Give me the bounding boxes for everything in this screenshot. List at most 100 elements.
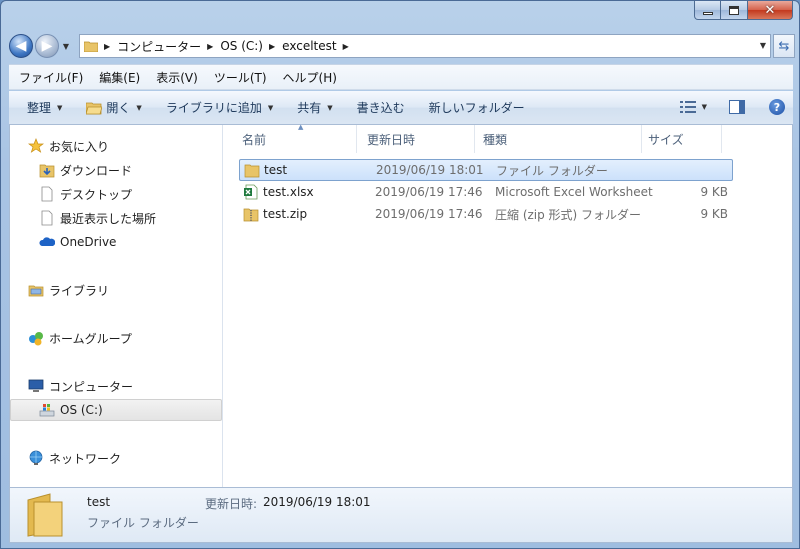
- zip-folder-icon: [243, 208, 259, 222]
- file-name: test.zip: [263, 207, 308, 221]
- chevron-down-icon: ▼: [57, 103, 63, 112]
- address-dropdown-icon[interactable]: ▼: [760, 41, 766, 50]
- nav-item-favorites[interactable]: お気に入り: [10, 135, 222, 157]
- file-list: ▲ 名前 更新日時 種類 サイズ test 2019/06/19 18:01 ファ…: [224, 123, 792, 487]
- details-name: test: [87, 495, 111, 509]
- breadcrumb-arrow-icon[interactable]: ▶: [104, 42, 110, 51]
- file-row-test-xlsx[interactable]: test.xlsx 2019/06/19 17:46 Microsoft Exc…: [239, 181, 733, 203]
- column-header-size[interactable]: サイズ: [642, 125, 722, 153]
- refresh-icon: ⇆: [778, 38, 790, 54]
- breadcrumb-drive[interactable]: OS (C:): [220, 39, 263, 53]
- file-type: ファイル フォルダー: [496, 163, 608, 178]
- nav-item-onedrive[interactable]: OneDrive: [10, 231, 222, 253]
- chevron-down-icon: ▼: [327, 103, 333, 112]
- breadcrumb-computer[interactable]: コンピューター: [117, 38, 201, 55]
- nav-item-recent-places[interactable]: 最近表示した場所: [10, 207, 222, 229]
- minimize-button[interactable]: [694, 1, 721, 20]
- nav-item-network[interactable]: ネットワーク: [10, 447, 222, 469]
- homegroup-icon: [29, 332, 43, 346]
- nav-item-drive-c[interactable]: OS (C:): [10, 399, 222, 421]
- command-bar: 整理 ▼ 開く ▼ ライブラリに追加 ▼ 共有 ▼ 書き込む 新しいフォルダー ▼ ?: [9, 91, 793, 125]
- burn-button[interactable]: 書き込む: [357, 99, 405, 116]
- file-size: 9 KB: [700, 207, 728, 221]
- burn-label: 書き込む: [356, 101, 405, 115]
- nav-label: お気に入り: [49, 139, 110, 154]
- nav-label: OS (C:): [60, 403, 103, 417]
- address-bar[interactable]: ▶ コンピューター ▶ OS (C:) ▶ exceltest ▶ ▼: [79, 34, 771, 58]
- maximize-icon: [729, 5, 739, 15]
- nav-item-homegroup[interactable]: ホームグループ: [10, 327, 222, 349]
- folder-icon: [84, 41, 98, 52]
- folder-large-icon: [27, 493, 63, 537]
- open-button[interactable]: 開く ▼: [86, 99, 142, 116]
- file-modified: 2019/06/19 17:46: [375, 207, 483, 221]
- open-folder-icon: [86, 102, 103, 114]
- chevron-down-icon: ▼: [136, 103, 142, 112]
- library-icon: [28, 285, 44, 297]
- nav-label: ダウンロード: [60, 163, 133, 178]
- preview-pane-icon[interactable]: [729, 100, 745, 114]
- forward-button[interactable]: ▶: [35, 34, 59, 58]
- forward-arrow-icon: ▶: [41, 38, 53, 54]
- column-header-type[interactable]: 種類: [475, 125, 642, 153]
- file-name: test: [264, 163, 288, 177]
- breadcrumb-arrow-icon[interactable]: ▶: [207, 42, 213, 51]
- file-row-test-folder[interactable]: test 2019/06/19 18:01 ファイル フォルダー: [239, 159, 733, 181]
- recent-pages-dropdown[interactable]: ▼: [60, 42, 72, 51]
- add-to-library-button[interactable]: ライブラリに追加 ▼: [166, 99, 273, 116]
- refresh-button[interactable]: ⇆: [773, 34, 795, 58]
- close-button[interactable]: ✕: [748, 1, 793, 20]
- menu-help[interactable]: ヘルプ(H): [283, 69, 337, 86]
- folder-icon: [244, 164, 260, 178]
- nav-label: ライブラリ: [49, 283, 110, 298]
- help-icon[interactable]: ?: [769, 99, 785, 115]
- view-details-icon[interactable]: [679, 101, 696, 113]
- nav-label: ホームグループ: [49, 331, 132, 346]
- sort-ascending-icon: ▲: [298, 123, 304, 131]
- details-type: ファイル フォルダー: [87, 516, 199, 530]
- column-label: 更新日時: [367, 132, 416, 147]
- menu-tools[interactable]: ツール(T): [214, 69, 267, 86]
- downloads-folder-icon: [39, 164, 55, 178]
- excel-file-icon: [244, 184, 258, 200]
- open-label: 開く: [106, 101, 131, 115]
- nav-item-downloads[interactable]: ダウンロード: [10, 159, 222, 181]
- nav-label: ネットワーク: [49, 451, 122, 466]
- menu-file[interactable]: ファイル(F): [19, 69, 83, 86]
- file-name: test.xlsx: [263, 185, 314, 199]
- nav-item-desktop[interactable]: デスクトップ: [10, 183, 222, 205]
- star-icon: [28, 138, 44, 153]
- windows-drive-icon: [39, 404, 55, 417]
- column-header-name[interactable]: ▲ 名前: [224, 123, 357, 153]
- back-button[interactable]: ◀: [9, 34, 33, 58]
- new-folder-label: 新しいフォルダー: [428, 101, 525, 115]
- recent-places-page-icon: [41, 210, 53, 226]
- organize-button[interactable]: 整理 ▼: [27, 99, 62, 116]
- column-header-row: ▲ 名前 更新日時 種類 サイズ: [224, 123, 792, 153]
- caption-buttons: ✕: [694, 1, 793, 20]
- nav-item-computer[interactable]: コンピューター: [10, 375, 222, 397]
- share-button[interactable]: 共有 ▼: [297, 99, 332, 116]
- menu-edit[interactable]: 編集(E): [99, 69, 140, 86]
- details-modified-label: 更新日時:: [205, 497, 258, 511]
- nav-item-libraries[interactable]: ライブラリ: [10, 279, 222, 301]
- file-type: Microsoft Excel Worksheet: [495, 185, 653, 199]
- navigation-pane: お気に入り ダウンロード デスクトップ 最近表示した場所 OneDrive ライ…: [10, 125, 223, 487]
- file-row-test-zip[interactable]: test.zip 2019/06/19 17:46 圧縮 (zip 形式) フォ…: [239, 203, 733, 225]
- column-header-modified[interactable]: 更新日時: [357, 125, 475, 153]
- file-modified: 2019/06/19 18:01: [376, 163, 484, 177]
- maximize-button[interactable]: [721, 1, 748, 20]
- breadcrumb-arrow-icon[interactable]: ▶: [269, 42, 275, 51]
- nav-label: デスクトップ: [60, 187, 133, 202]
- file-modified: 2019/06/19 17:46: [375, 185, 483, 199]
- view-options-dropdown-icon[interactable]: ▼: [702, 103, 707, 111]
- new-folder-button[interactable]: 新しいフォルダー: [429, 99, 525, 116]
- breadcrumb-arrow-icon[interactable]: ▶: [343, 42, 349, 51]
- close-icon: ✕: [764, 2, 776, 18]
- network-icon: [29, 450, 43, 465]
- onedrive-cloud-icon: [39, 237, 55, 246]
- menu-view[interactable]: 表示(V): [156, 69, 198, 86]
- column-label: サイズ: [648, 132, 684, 147]
- explorer-window: ✕ ◀ ▶ ▼ ▶ コンピューター ▶ OS (C:) ▶ exceltest …: [0, 0, 800, 549]
- breadcrumb-folder[interactable]: exceltest: [282, 39, 336, 53]
